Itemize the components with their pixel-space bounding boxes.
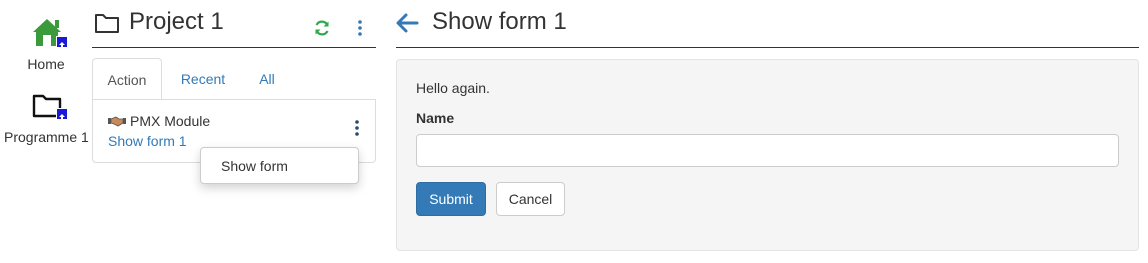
- tab-all[interactable]: All: [249, 58, 285, 100]
- project-header-rule: [92, 47, 376, 48]
- kebab-menu-icon[interactable]: [355, 19, 365, 37]
- submit-button[interactable]: Submit: [416, 182, 486, 216]
- kebab-menu-icon[interactable]: [352, 119, 362, 137]
- name-label: Name: [416, 110, 455, 126]
- show-form-link[interactable]: Show form 1: [108, 133, 187, 149]
- nav-programme-label: Programme 1: [4, 129, 89, 145]
- project-title: Project 1: [129, 8, 224, 35]
- folder-icon: [95, 14, 119, 33]
- form-greeting: Hello again.: [416, 80, 490, 96]
- tab-all-label: All: [259, 71, 275, 87]
- dropdown-item-show-form[interactable]: Show form: [221, 158, 288, 174]
- nav-programme[interactable]: Programme 1: [0, 90, 92, 150]
- tab-recent[interactable]: Recent: [169, 58, 237, 100]
- form-title: Show form 1: [432, 8, 567, 35]
- form-header-rule: [396, 47, 1139, 48]
- upload-badge-icon: [56, 108, 68, 120]
- card-dropdown-menu: Show form: [200, 147, 359, 184]
- cancel-button[interactable]: Cancel: [496, 182, 565, 216]
- refresh-icon[interactable]: [313, 19, 331, 37]
- tab-action-label: Action: [107, 72, 147, 88]
- module-label: PMX Module: [130, 113, 211, 129]
- tab-recent-label: Recent: [180, 71, 226, 87]
- back-arrow-icon[interactable]: [395, 12, 419, 34]
- name-input[interactable]: [416, 134, 1119, 167]
- upload-badge-icon: [56, 36, 68, 48]
- handshake-icon: [108, 116, 126, 127]
- nav-home[interactable]: Home: [14, 14, 78, 74]
- nav-home-label: Home: [27, 56, 65, 72]
- tab-action[interactable]: Action: [92, 58, 162, 100]
